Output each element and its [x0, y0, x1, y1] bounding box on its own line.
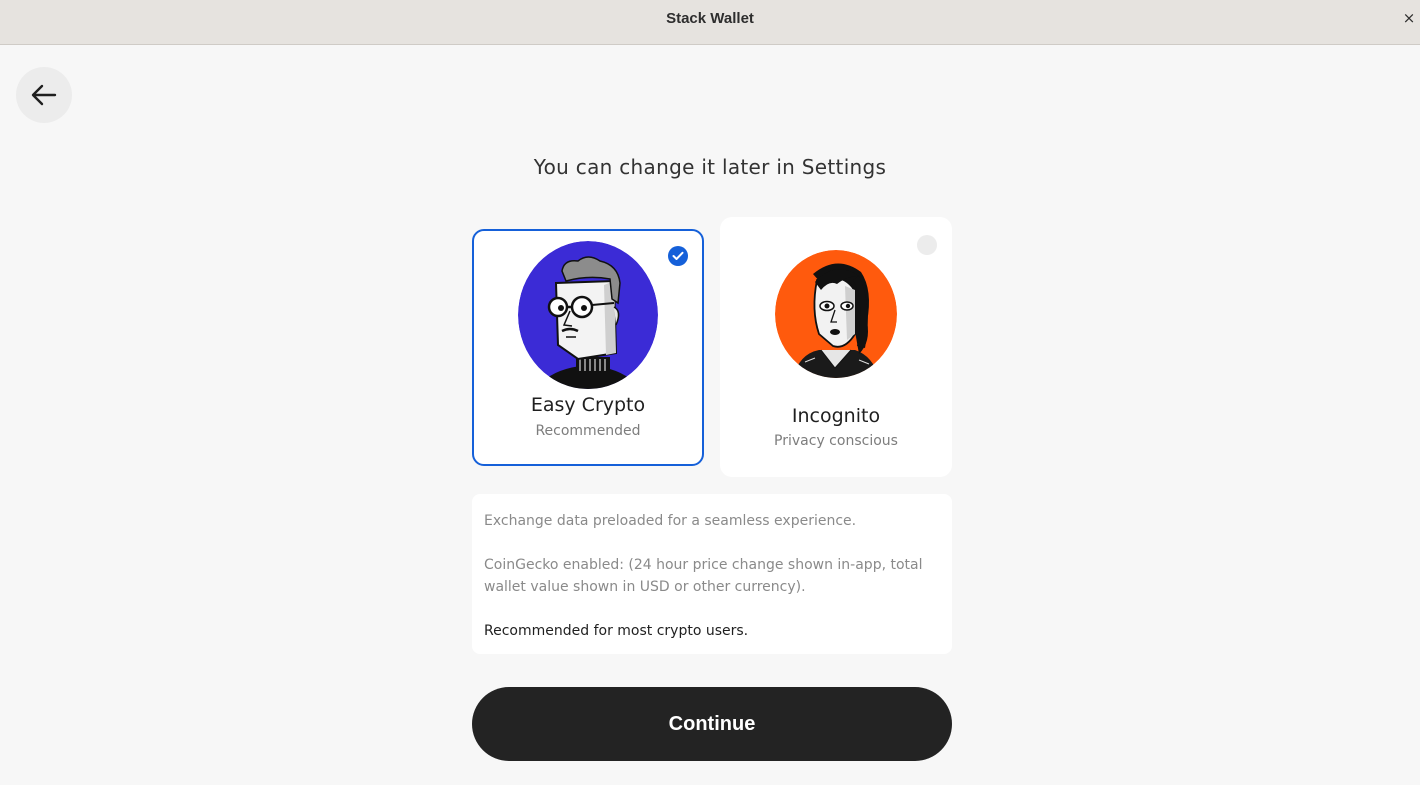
window-titlebar: Stack Wallet × [0, 0, 1420, 45]
window-title: Stack Wallet [666, 10, 754, 27]
description-line: CoinGecko enabled: (24 hour price change… [484, 557, 923, 595]
option-subtitle: Recommended [535, 423, 641, 439]
option-subtitle: Privacy conscious [774, 433, 898, 449]
close-window-button[interactable]: × [1400, 8, 1418, 28]
option-description-panel: Exchange data preloaded for a seamless e… [472, 494, 952, 654]
unselected-radio-icon [917, 235, 937, 255]
option-card-easy-crypto[interactable]: Easy Crypto Recommended [472, 229, 704, 466]
option-title: Incognito [791, 405, 881, 427]
recommendation-note: Recommended for most crypto users. [484, 623, 749, 639]
continue-button[interactable]: Continue [472, 687, 952, 761]
incognito-avatar [775, 250, 897, 378]
option-title: Easy Crypto [530, 394, 646, 416]
arrow-left-icon [31, 84, 57, 106]
option-card-incognito[interactable]: Incognito Privacy conscious [720, 217, 952, 477]
page-subtitle: You can change it later in Settings [533, 155, 887, 179]
back-button[interactable] [16, 67, 72, 123]
selected-check-icon [668, 246, 688, 266]
easy-crypto-avatar [518, 241, 658, 389]
description-line: Exchange data preloaded for a seamless e… [484, 513, 857, 529]
